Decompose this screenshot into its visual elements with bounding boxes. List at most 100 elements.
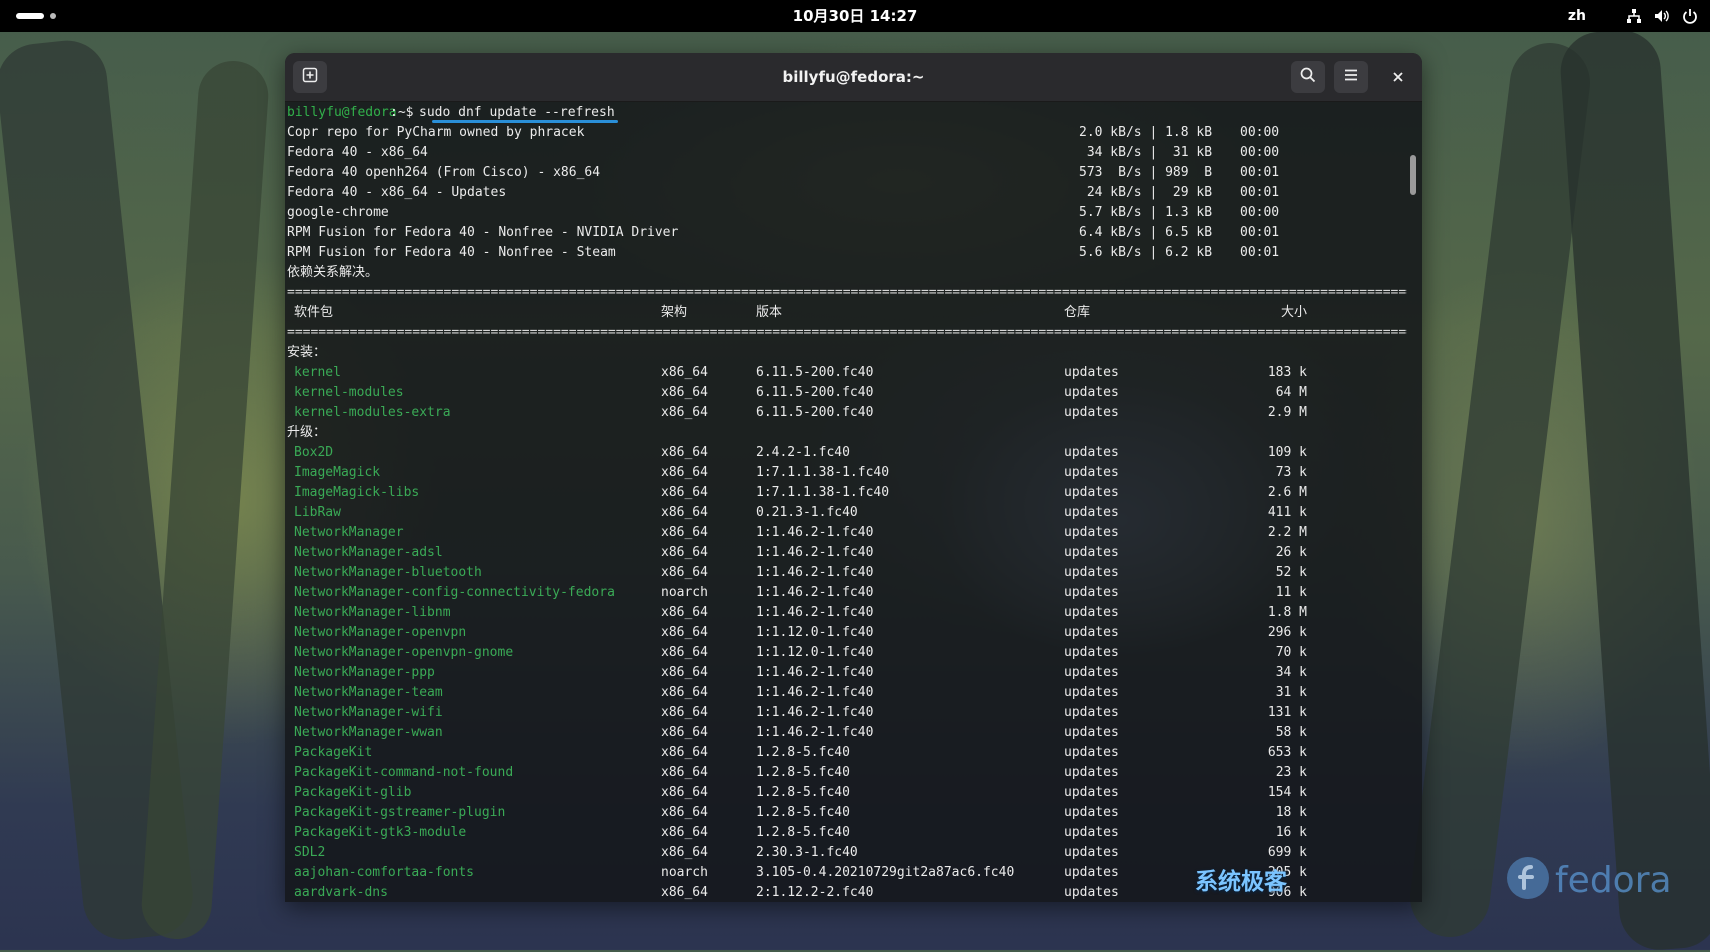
watermark-text: 系统极客 xyxy=(1195,869,1287,895)
table-header: 软件包 架构 版本 仓库 大小 xyxy=(287,303,1407,323)
package-repo: updates xyxy=(1064,845,1119,860)
table-row: Box2D x86_64 2.4.2-1.fc40 updates 109 k xyxy=(287,443,1407,463)
package-repo: updates xyxy=(1064,685,1119,700)
table-row: kernel-modules-extra x86_64 6.11.5-200.fc4… xyxy=(287,403,1407,423)
package-arch: x86_64 xyxy=(661,525,708,540)
network-icon[interactable] xyxy=(1626,8,1642,24)
package-name: SDL2 xyxy=(294,845,326,860)
repo-name: RPM Fusion for Fedora 40 - Nonfree - NVI… xyxy=(287,225,679,240)
package-repo: updates xyxy=(1064,705,1119,720)
input-language[interactable]: zh xyxy=(1568,8,1586,24)
package-size: 109 k xyxy=(1267,445,1307,460)
package-repo: updates xyxy=(1064,525,1119,540)
repo-time: 00:00 xyxy=(1240,205,1280,220)
package-arch: x86_64 xyxy=(661,605,708,620)
package-repo: updates xyxy=(1064,805,1119,820)
repo-name: Fedora 40 - x86_64 - Updates xyxy=(287,185,507,200)
repo-rate: 573 B/s | 989 B xyxy=(1079,165,1213,180)
resolved-line: 依赖关系解决。 xyxy=(287,263,1407,283)
package-version: 6.11.5-200.fc40 xyxy=(756,365,874,380)
repo-name: google-chrome xyxy=(287,205,389,220)
package-size: 11 k xyxy=(1275,585,1307,600)
table-row: NetworkManager-wifi x86_64 1:1.46.2-1.fc40… xyxy=(287,703,1407,723)
package-name: NetworkManager-bluetooth xyxy=(294,565,482,580)
header-repo: 仓库 xyxy=(1064,305,1091,320)
repo-line: Copr repo for PyCharm owned by phracek 2.… xyxy=(287,123,1407,143)
table-row: LibRaw x86_64 0.21.3-1.fc40 updates 411 k xyxy=(287,503,1407,523)
system-tray[interactable]: zh xyxy=(1568,0,1698,32)
search-icon xyxy=(1300,67,1316,87)
package-arch: x86_64 xyxy=(661,465,708,480)
terminal-output[interactable]: billyfu@fedora:~$ sudo dnf update --refre… xyxy=(287,103,1407,902)
package-name: PackageKit xyxy=(294,745,373,760)
package-size: 70 k xyxy=(1275,645,1307,660)
close-button[interactable] xyxy=(1381,61,1415,93)
repo-line: Fedora 40 - x86_64 - Updates 24 kB/s | 2… xyxy=(287,183,1407,203)
package-arch: x86_64 xyxy=(661,825,708,840)
table-row: SDL2 x86_64 2.30.3-1.fc40 updates 699 k xyxy=(287,843,1407,863)
package-size: 296 k xyxy=(1267,625,1307,640)
package-size: 34 k xyxy=(1275,665,1307,680)
table-row: NetworkManager-openvpn x86_64 1:1.12.0-1.f… xyxy=(287,623,1407,643)
package-repo: updates xyxy=(1064,385,1119,400)
volume-icon[interactable] xyxy=(1654,8,1670,24)
package-arch: x86_64 xyxy=(661,505,708,520)
fedora-wordmark: fedora xyxy=(1555,859,1672,901)
package-arch: x86_64 xyxy=(661,705,708,720)
repo-rate: 5.6 kB/s | 6.2 kB xyxy=(1079,245,1213,260)
repo-name: Fedora 40 - x86_64 xyxy=(287,145,428,160)
package-name: PackageKit-gstreamer-plugin xyxy=(294,805,506,820)
package-arch: x86_64 xyxy=(661,545,708,560)
header-arch: 架构 xyxy=(661,305,688,320)
package-name: NetworkManager-libnm xyxy=(294,605,451,620)
package-name: aardvark-dns xyxy=(294,885,388,900)
package-version: 1:7.1.1.38-1.fc40 xyxy=(756,485,890,500)
package-arch: x86_64 xyxy=(661,645,708,660)
repo-line: RPM Fusion for Fedora 40 - Nonfree - Ste… xyxy=(287,243,1407,263)
separator-rule: ========================================… xyxy=(287,323,1407,343)
package-size: 18 k xyxy=(1275,805,1307,820)
package-name: NetworkManager-openvpn-gnome xyxy=(294,645,514,660)
package-version: 1:1.46.2-1.fc40 xyxy=(756,605,874,620)
power-icon[interactable] xyxy=(1682,8,1698,24)
close-icon xyxy=(1392,68,1404,87)
package-repo: updates xyxy=(1064,865,1119,880)
package-name: ImageMagick xyxy=(294,465,381,480)
table-row: ImageMagick x86_64 1:7.1.1.38-1.fc40 update… xyxy=(287,463,1407,483)
search-button[interactable] xyxy=(1291,61,1325,93)
package-name: LibRaw xyxy=(294,505,341,520)
background-trunk xyxy=(1405,38,1595,942)
scrollbar[interactable] xyxy=(1407,103,1419,902)
package-name: NetworkManager-config-connectivity-fedor… xyxy=(294,585,615,600)
package-version: 1:1.46.2-1.fc40 xyxy=(756,565,874,580)
package-arch: noarch xyxy=(661,585,708,600)
table-row: NetworkManager-bluetooth x86_64 1:1.46.2-1… xyxy=(287,563,1407,583)
hamburger-menu-icon xyxy=(1343,67,1359,87)
rule-text: ========================================… xyxy=(287,325,1407,340)
clock[interactable]: 10月30日 14:27 xyxy=(0,0,1710,32)
package-arch: x86_64 xyxy=(661,625,708,640)
package-repo: updates xyxy=(1064,565,1119,580)
repo-rate: 2.0 kB/s | 1.8 kB xyxy=(1079,125,1213,140)
table-row: NetworkManager-libnm x86_64 1:1.46.2-1.fc4… xyxy=(287,603,1407,623)
main-menu-button[interactable] xyxy=(1334,61,1368,93)
package-repo: updates xyxy=(1064,605,1119,620)
table-row: NetworkManager-wwan x86_64 1:1.46.2-1.fc40… xyxy=(287,723,1407,743)
package-size: 154 k xyxy=(1267,785,1307,800)
package-name: NetworkManager-ppp xyxy=(294,665,435,680)
package-version: 1:1.46.2-1.fc40 xyxy=(756,725,874,740)
package-size: 2.6 M xyxy=(1267,485,1307,500)
table-row: PackageKit-command-not-found x86_64 1.2.8-… xyxy=(287,763,1407,783)
top-bar: 10月30日 14:27 zh xyxy=(0,0,1710,32)
package-name: ImageMagick-libs xyxy=(294,485,420,500)
package-version: 1:7.1.1.38-1.fc40 xyxy=(756,465,890,480)
table-row: kernel x86_64 6.11.5-200.fc40 updates 183 k xyxy=(287,363,1407,383)
package-name: NetworkManager-team xyxy=(294,685,443,700)
package-version: 2.4.2-1.fc40 xyxy=(756,445,850,460)
table-row: PackageKit-gstreamer-plugin x86_64 1.2.8-5… xyxy=(287,803,1407,823)
table-row: NetworkManager-config-connectivity-fedor… xyxy=(287,583,1407,603)
table-row: kernel-modules x86_64 6.11.5-200.fc40 updat… xyxy=(287,383,1407,403)
package-name: Box2D xyxy=(294,445,334,460)
package-size: 58 k xyxy=(1275,725,1307,740)
scrollbar-thumb[interactable] xyxy=(1410,155,1416,195)
